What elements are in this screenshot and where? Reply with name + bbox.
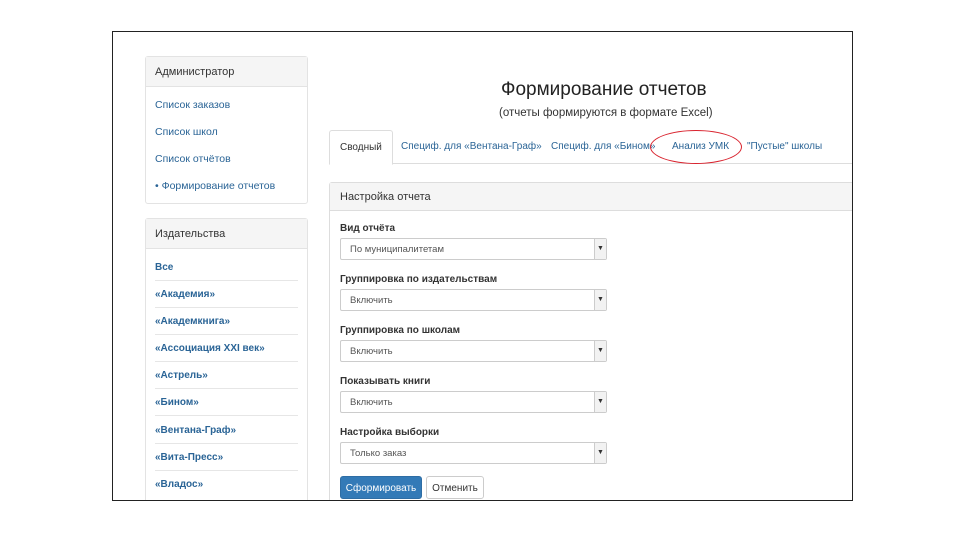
divider <box>155 334 298 335</box>
report-type-value: По муниципалитетам <box>350 244 444 255</box>
divider <box>155 470 298 471</box>
divider <box>155 307 298 308</box>
publisher-akademkniga[interactable]: «Академкнига» <box>155 316 230 327</box>
publisher-astrel[interactable]: «Астрель» <box>155 370 208 381</box>
report-tabs: Сводный Специф. для «Вентана-Граф» Специ… <box>329 130 852 165</box>
report-type-label: Вид отчёта <box>340 223 396 234</box>
group-by-school-label: Группировка по школам <box>340 325 461 336</box>
group-by-publisher-value: Включить <box>350 295 393 306</box>
show-books-select[interactable]: Включить ▼ <box>340 391 607 413</box>
divider <box>155 415 298 416</box>
publishers-panel-title: Издательства <box>146 219 307 249</box>
page-subtitle: (отчеты формируются в формате Excel) <box>499 107 713 119</box>
publisher-ventana-graf[interactable]: «Вентана-Граф» <box>155 425 236 436</box>
selection-setting-value: Только заказ <box>350 448 407 459</box>
dropdown-arrow-icon: ▼ <box>594 392 606 412</box>
divider <box>155 388 298 389</box>
group-by-publisher-select[interactable]: Включить ▼ <box>340 289 607 311</box>
divider <box>155 280 298 281</box>
sidebar-item-schools[interactable]: Список школ <box>155 126 218 138</box>
dropdown-arrow-icon: ▼ <box>594 443 606 463</box>
tab-ventana-graf-spec[interactable]: Специф. для «Вентана-Граф» <box>401 130 542 164</box>
dropdown-arrow-icon: ▼ <box>594 290 606 310</box>
generate-report-button[interactable]: Сформировать <box>340 476 422 499</box>
sidebar-item-reports-list[interactable]: Список отчётов <box>155 153 231 165</box>
dropdown-arrow-icon: ▼ <box>594 341 606 361</box>
publisher-all[interactable]: Все <box>155 262 173 273</box>
report-settings-panel: Настройка отчета Вид отчёта По муниципал… <box>329 182 852 500</box>
sidebar-item-report-builder[interactable]: • Формирование отчетов <box>155 180 275 192</box>
screenshot-frame: Администратор Список заказов Список школ… <box>112 31 853 501</box>
divider <box>155 361 298 362</box>
admin-panel-title: Администратор <box>146 57 307 87</box>
highlight-circle-annotation <box>650 130 742 164</box>
group-by-school-select[interactable]: Включить ▼ <box>340 340 607 362</box>
report-type-select[interactable]: По муниципалитетам ▼ <box>340 238 607 260</box>
publishers-panel: Издательства Все «Академия» «Академкнига… <box>145 218 308 500</box>
selection-setting-label: Настройка выборки <box>340 427 440 438</box>
admin-panel: Администратор Список заказов Список школ… <box>145 56 308 204</box>
tab-binom-spec[interactable]: Специф. для «Бином» <box>551 130 655 164</box>
page-title: Формирование отчетов <box>501 79 707 100</box>
publisher-binom[interactable]: «Бином» <box>155 397 199 408</box>
dropdown-arrow-icon: ▼ <box>594 239 606 259</box>
tab-summary[interactable]: Сводный <box>329 130 393 165</box>
publisher-vlados[interactable]: «Владос» <box>155 479 203 490</box>
settings-panel-title: Настройка отчета <box>330 183 852 211</box>
group-by-publisher-label: Группировка по издательствам <box>340 274 498 285</box>
publisher-association-xxi[interactable]: «Ассоциация XXI век» <box>155 343 265 354</box>
publisher-vita-press[interactable]: «Вита-Пресс» <box>155 452 223 463</box>
publisher-academia[interactable]: «Академия» <box>155 289 215 300</box>
show-books-value: Включить <box>350 397 393 408</box>
tab-empty-schools[interactable]: "Пустые" школы <box>747 130 822 164</box>
group-by-school-value: Включить <box>350 346 393 357</box>
sidebar-item-orders[interactable]: Список заказов <box>155 99 230 111</box>
cancel-button[interactable]: Отменить <box>426 476 484 499</box>
show-books-label: Показывать книги <box>340 376 431 387</box>
selection-setting-select[interactable]: Только заказ ▼ <box>340 442 607 464</box>
divider <box>155 443 298 444</box>
